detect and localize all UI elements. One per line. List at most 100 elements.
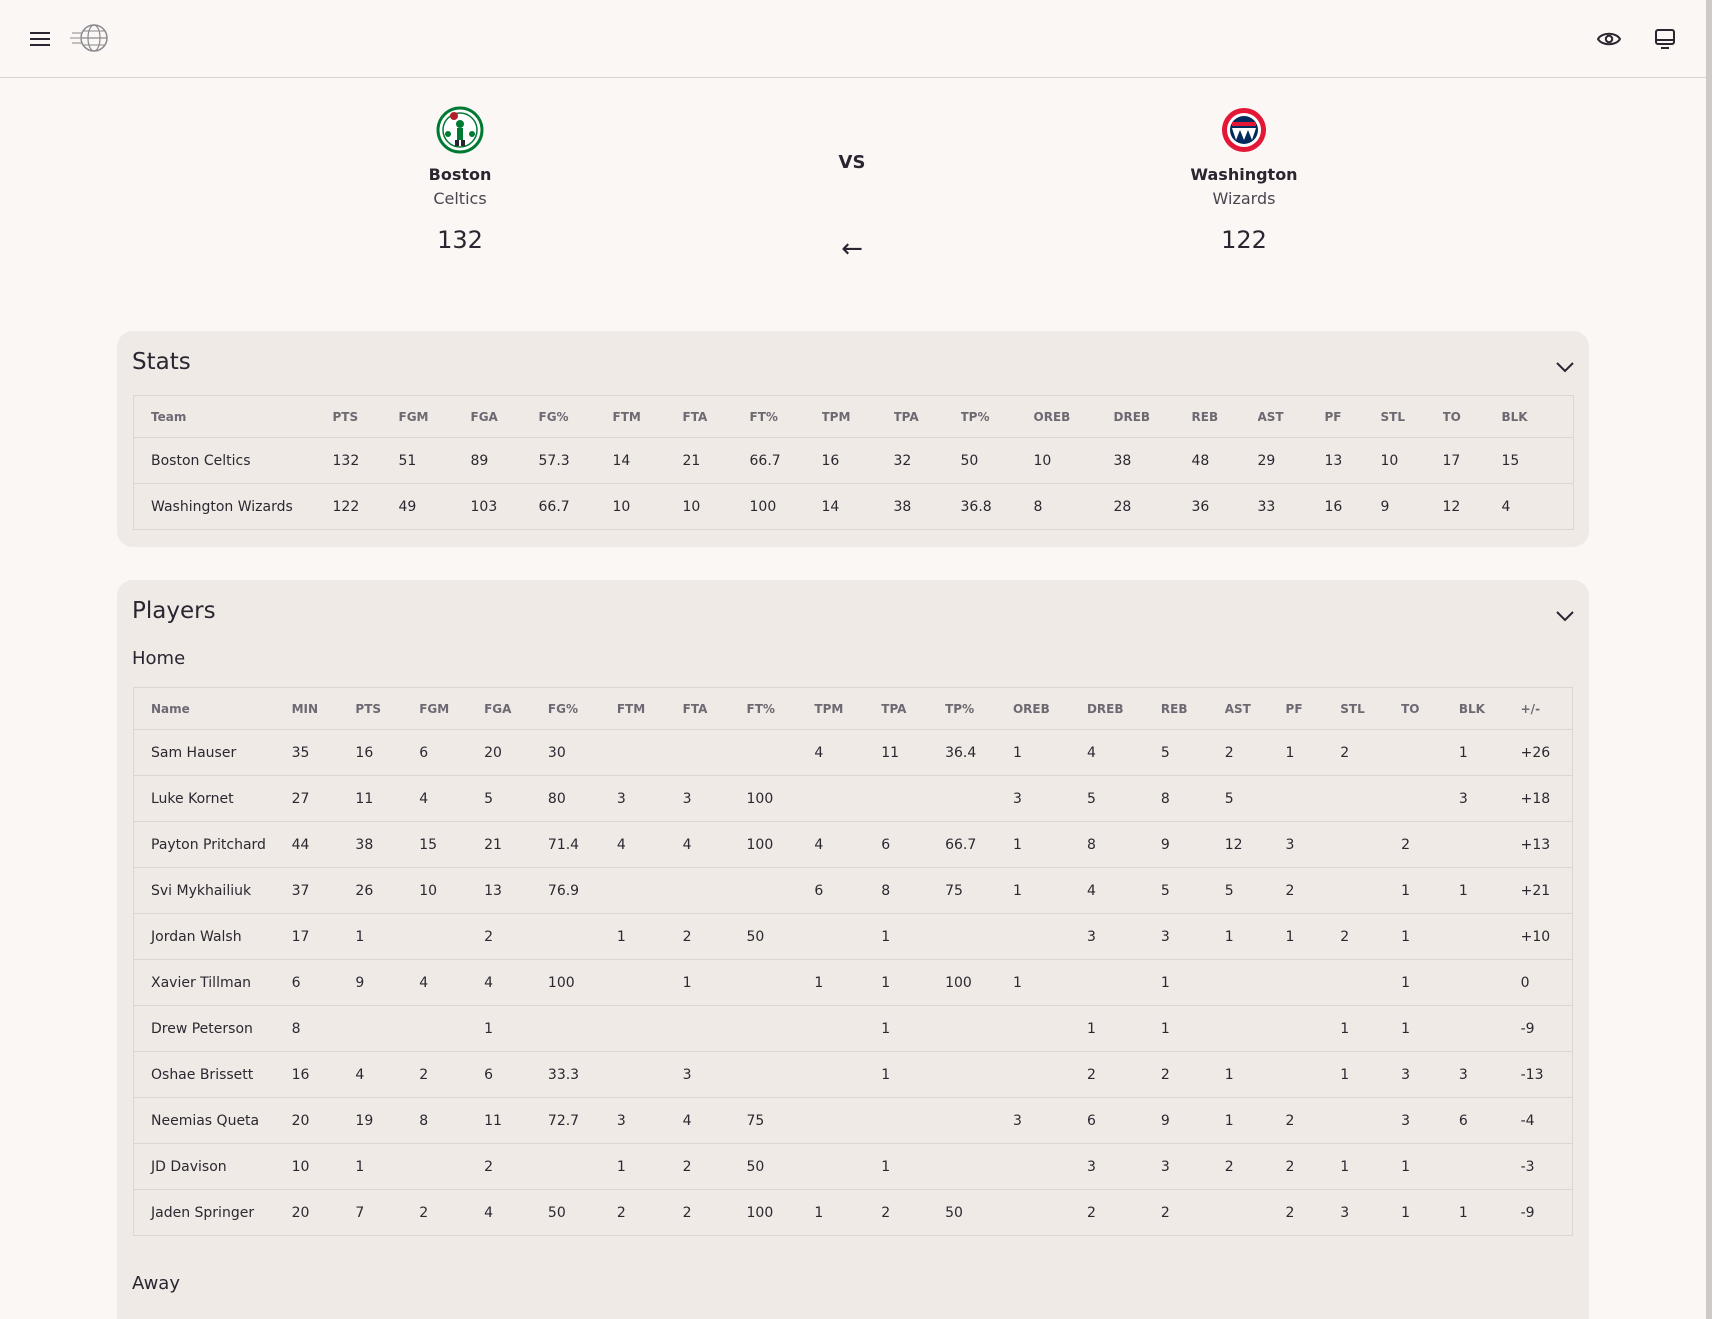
team-stats-stat-cell: 13	[1324, 437, 1381, 484]
player-stats-stat-cell: 20	[484, 729, 548, 776]
team-stats-column-header[interactable]: PF	[1324, 395, 1381, 438]
team-stats-stat-cell: 89	[470, 437, 539, 484]
team-stats-column-header[interactable]: FG%	[538, 395, 613, 438]
player-stats-stat-cell: 3	[1285, 821, 1341, 868]
player-stats-column-header[interactable]: MIN	[291, 687, 356, 730]
vs-label: VS	[838, 152, 866, 173]
top-app-bar	[0, 0, 1706, 78]
player-stats-column-header[interactable]: REB	[1160, 687, 1225, 730]
player-stats-stat-cell: 2	[1285, 1143, 1341, 1190]
team-stats-column-header[interactable]: TO	[1442, 395, 1502, 438]
team-stats-column-header[interactable]: Team	[133, 395, 333, 438]
player-stats-stat-cell: 1	[484, 1005, 548, 1052]
team-stats-stat-cell: 4	[1501, 483, 1574, 530]
player-stats-stat-cell: 7	[355, 1189, 420, 1236]
team-stats-stat-cell: 66.7	[538, 483, 613, 530]
team-stats-column-header[interactable]: FGA	[470, 395, 539, 438]
team-stats-column-header[interactable]: FTA	[682, 395, 750, 438]
team-stats-column-header[interactable]: STL	[1380, 395, 1443, 438]
chevron-down-icon[interactable]	[1551, 602, 1579, 630]
team-stats-column-header[interactable]: PTS	[332, 395, 399, 438]
player-stats-column-header[interactable]: FTM	[616, 687, 683, 730]
player-stats-column-header[interactable]: PF	[1285, 687, 1341, 730]
players-card: Players Home Name MIN PTS FGM FGA FG% FTM FTA FT…	[117, 580, 1589, 1319]
player-stats-stat-cell: 1	[1401, 1143, 1459, 1190]
team-stats-column-header[interactable]: REB	[1191, 395, 1258, 438]
player-stats-column-header[interactable]: TPA	[881, 687, 946, 730]
team-stats-column-header[interactable]: TP%	[960, 395, 1034, 438]
player-stats-stat-cell: 37	[291, 867, 356, 914]
team-stats-column-header[interactable]: BLK	[1501, 395, 1574, 438]
player-stats-column-header[interactable]: BLK	[1458, 687, 1521, 730]
page-scrollbar[interactable]	[1706, 0, 1712, 1319]
player-stats-stat-cell: 2	[1340, 913, 1402, 960]
team-stats-column-header[interactable]: DREB	[1113, 395, 1192, 438]
player-stats-stat-cell: 2	[1285, 1097, 1341, 1144]
player-stats-column-header[interactable]: PTS	[355, 687, 420, 730]
player-stats-column-header[interactable]: FT%	[746, 687, 815, 730]
team-stats-stat-cell: 122	[332, 483, 399, 530]
player-stats-column-header[interactable]: FGM	[419, 687, 485, 730]
team-stats-column-header[interactable]: FT%	[749, 395, 822, 438]
team-stats-column-header[interactable]: OREB	[1033, 395, 1114, 438]
table-row: Jaden Springer 20 7 2 4 50 2 2 100 1 2 50 2 2 2 3 1 1 -9	[133, 1189, 1573, 1236]
chevron-down-icon[interactable]	[1551, 353, 1579, 381]
player-stats-stat-cell	[682, 1005, 747, 1052]
player-stats-stat-cell: 2	[682, 1143, 747, 1190]
team-stats-stat-cell: 16	[1324, 483, 1381, 530]
player-stats-stat-cell: 80	[547, 775, 617, 822]
player-stats-stat-cell: 3	[1458, 1051, 1521, 1098]
player-stats-stat-cell	[1458, 913, 1521, 960]
player-stats-name-cell: Neemias Queta	[133, 1097, 292, 1144]
player-stats-stat-cell: 19	[355, 1097, 420, 1144]
player-stats-column-header[interactable]: TO	[1401, 687, 1459, 730]
player-stats-column-header[interactable]: +/-	[1520, 687, 1573, 730]
player-stats-column-header[interactable]: DREB	[1086, 687, 1161, 730]
player-stats-stat-cell: 2	[1160, 1051, 1225, 1098]
player-stats-column-header[interactable]: STL	[1340, 687, 1402, 730]
player-stats-stat-cell	[1458, 1005, 1521, 1052]
team-stats-stat-cell: 10	[1033, 437, 1114, 484]
player-stats-name-cell: Jaden Springer	[133, 1189, 292, 1236]
team-stats-stat-cell: 38	[893, 483, 961, 530]
player-stats-stat-cell	[881, 775, 946, 822]
team-stats-column-header[interactable]: TPM	[821, 395, 894, 438]
scrollbar-thumb[interactable]	[1706, 0, 1712, 1319]
team-stats-stat-cell: 50	[960, 437, 1034, 484]
player-stats-column-header[interactable]: AST	[1224, 687, 1286, 730]
player-stats-column-header[interactable]: Name	[133, 687, 292, 730]
monitor-icon[interactable]	[1646, 20, 1684, 58]
player-stats-column-header[interactable]: FG%	[547, 687, 617, 730]
player-stats-stat-cell: 4	[616, 821, 683, 868]
player-stats-name-cell: Xavier Tillman	[133, 959, 292, 1006]
player-stats-stat-cell	[945, 775, 1013, 822]
team-stats-column-header[interactable]: TPA	[893, 395, 961, 438]
table-row: Drew Peterson 8 1 1 1 1 1 1 -9	[133, 1005, 1573, 1052]
team-stats-stat-cell: 36.8	[960, 483, 1034, 530]
team-stats-column-header[interactable]: FGM	[398, 395, 471, 438]
player-stats-column-header[interactable]: FTA	[682, 687, 747, 730]
player-stats-stat-cell: 71.4	[547, 821, 617, 868]
player-stats-stat-cell	[1340, 867, 1402, 914]
player-stats-stat-cell	[1012, 1051, 1087, 1098]
hamburger-menu-icon[interactable]	[21, 20, 59, 58]
player-stats-column-header[interactable]: TPM	[814, 687, 882, 730]
player-stats-stat-cell	[814, 1005, 882, 1052]
player-stats-stat-cell: 1	[1458, 867, 1521, 914]
player-stats-column-header[interactable]: OREB	[1012, 687, 1087, 730]
player-stats-stat-cell: 1	[1224, 913, 1286, 960]
globe-logo-icon[interactable]	[70, 19, 114, 57]
player-stats-column-header[interactable]: FGA	[484, 687, 548, 730]
player-stats-stat-cell: 1	[1285, 913, 1341, 960]
team-stats-column-header[interactable]: FTM	[612, 395, 683, 438]
team-stats-column-header[interactable]: AST	[1257, 395, 1325, 438]
player-stats-stat-cell: 2	[419, 1189, 485, 1236]
player-stats-stat-cell	[547, 913, 617, 960]
away-team-score: 122	[1221, 226, 1267, 254]
stats-header-row: Team PTS FGM FGA FG% FTM FTA FT% TPM TPA TP% OREB DR…	[133, 395, 1574, 438]
player-stats-column-header[interactable]: TP%	[945, 687, 1013, 730]
player-stats-stat-cell: 1	[1340, 1005, 1402, 1052]
team-stats-stat-cell: 9	[1380, 483, 1443, 530]
player-stats-name-cell: Oshae Brissett	[133, 1051, 292, 1098]
eye-icon[interactable]	[1590, 20, 1628, 58]
